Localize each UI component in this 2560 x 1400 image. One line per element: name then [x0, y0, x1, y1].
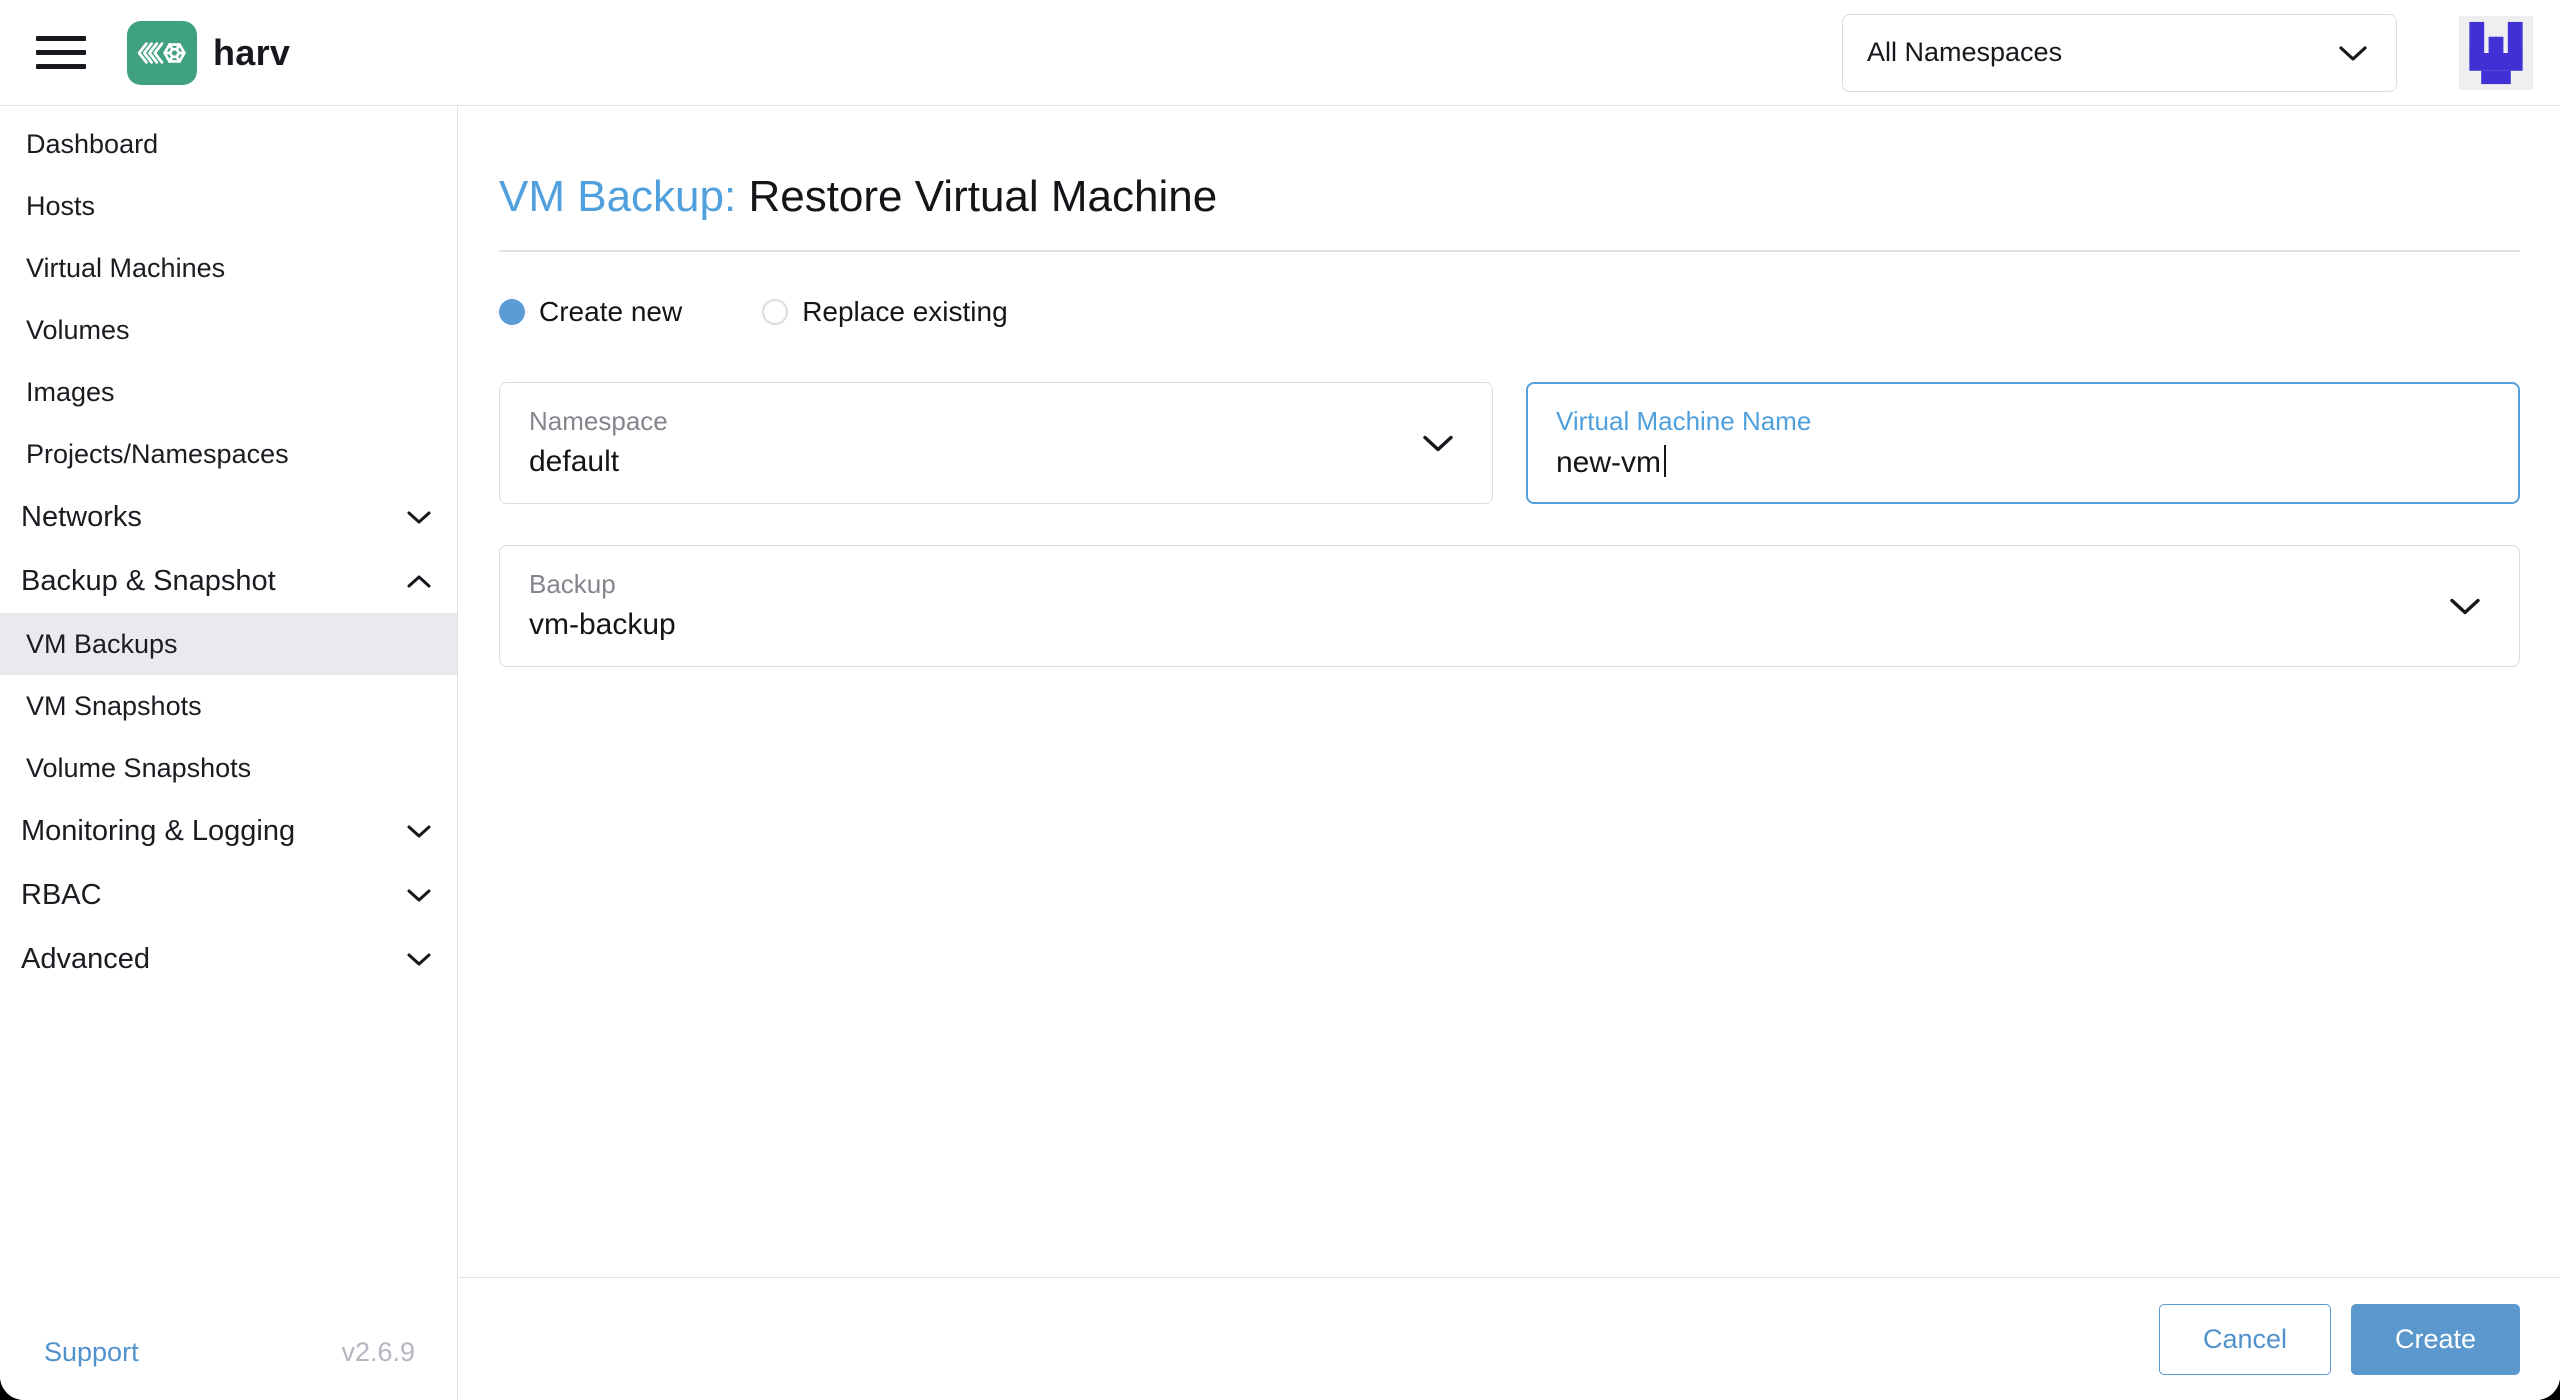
sidebar-group-monitoring-logging[interactable]: Monitoring & Logging: [0, 799, 457, 863]
cancel-button[interactable]: Cancel: [2159, 1303, 2331, 1375]
backup-select[interactable]: Backup vm-backup: [499, 545, 2520, 667]
vm-name-input[interactable]: Virtual Machine Name new-vm: [1526, 382, 2520, 504]
sidebar: Dashboard Hosts Virtual Machines Volumes…: [0, 107, 458, 1400]
chevron-down-icon: [407, 953, 431, 965]
radio-replace-existing[interactable]: Replace existing: [762, 296, 1008, 328]
vm-name-label: Virtual Machine Name: [1556, 406, 1812, 436]
main-panel: VM Backup: Restore Virtual Machine Creat…: [459, 107, 2560, 1400]
sidebar-item-virtual-machines[interactable]: Virtual Machines: [0, 237, 457, 299]
brand-name: harv: [213, 31, 291, 73]
sidebar-item-volumes[interactable]: Volumes: [0, 299, 457, 361]
backup-value: vm-backup: [529, 608, 676, 641]
text-cursor: [1664, 445, 1667, 477]
support-link[interactable]: Support: [44, 1337, 139, 1368]
menu-icon[interactable]: [36, 36, 86, 69]
sidebar-group-advanced[interactable]: Advanced: [0, 927, 457, 991]
chevron-down-icon: [407, 889, 431, 901]
page-title-text: Restore Virtual Machine: [748, 172, 1218, 221]
form-fields: Namespace default Virtual Machine Name n…: [499, 382, 2520, 667]
chevron-down-icon: [2339, 45, 2367, 61]
create-button[interactable]: Create: [2351, 1303, 2520, 1375]
page-title: VM Backup: Restore Virtual Machine: [499, 170, 2520, 224]
restore-mode-radio-group: Create new Replace existing: [499, 296, 2520, 328]
chevron-down-icon: [407, 825, 431, 837]
sidebar-item-projects-namespaces[interactable]: Projects/Namespaces: [0, 423, 457, 485]
version-label: v2.6.9: [341, 1337, 415, 1367]
page-title-prefix: VM Backup:: [499, 172, 737, 221]
backup-label: Backup: [529, 569, 616, 599]
title-divider: [499, 250, 2520, 252]
sidebar-item-volume-snapshots[interactable]: Volume Snapshots: [0, 737, 457, 799]
sidebar-item-hosts[interactable]: Hosts: [0, 175, 457, 237]
namespace-value: default: [529, 445, 620, 478]
radio-selected-icon[interactable]: [499, 299, 525, 325]
namespace-select[interactable]: Namespace default: [499, 382, 1493, 504]
restore-vm-form: VM Backup: Restore Virtual Machine Creat…: [459, 170, 2560, 667]
vm-name-value: new-vm: [1556, 445, 2429, 480]
radio-create-new[interactable]: Create new: [499, 296, 682, 328]
sidebar-group-rbac[interactable]: RBAC: [0, 863, 457, 927]
sidebar-item-images[interactable]: Images: [0, 361, 457, 423]
namespace-label: Namespace: [529, 406, 668, 436]
sidebar-nav: Dashboard Hosts Virtual Machines Volumes…: [0, 107, 457, 991]
app-window: harv All Namespaces Dashboard Hosts Virt…: [0, 0, 2560, 1400]
sidebar-group-backup-snapshot[interactable]: Backup & Snapshot: [0, 549, 457, 613]
namespace-filter-value: All Namespaces: [1867, 37, 2063, 67]
form-actions: Cancel Create: [459, 1277, 2560, 1400]
radio-unselected-icon[interactable]: [762, 299, 789, 325]
sidebar-footer: Support v2.6.9: [0, 1337, 457, 1368]
chevron-up-icon: [407, 575, 431, 587]
chevron-down-icon: [1423, 435, 1453, 452]
sidebar-item-vm-backups[interactable]: VM Backups: [0, 613, 457, 675]
header-right: All Namespaces: [1842, 13, 2533, 92]
sidebar-item-dashboard[interactable]: Dashboard: [0, 113, 457, 175]
sidebar-group-networks[interactable]: Networks: [0, 485, 457, 549]
namespace-filter-dropdown[interactable]: All Namespaces: [1842, 13, 2397, 92]
chevron-down-icon: [407, 511, 431, 523]
top-header: harv All Namespaces: [0, 0, 2560, 106]
sidebar-item-vm-snapshots[interactable]: VM Snapshots: [0, 675, 457, 737]
harvester-logo-icon[interactable]: [127, 20, 197, 85]
user-avatar-identicon[interactable]: [2459, 15, 2533, 90]
chevron-down-icon: [2450, 598, 2480, 615]
